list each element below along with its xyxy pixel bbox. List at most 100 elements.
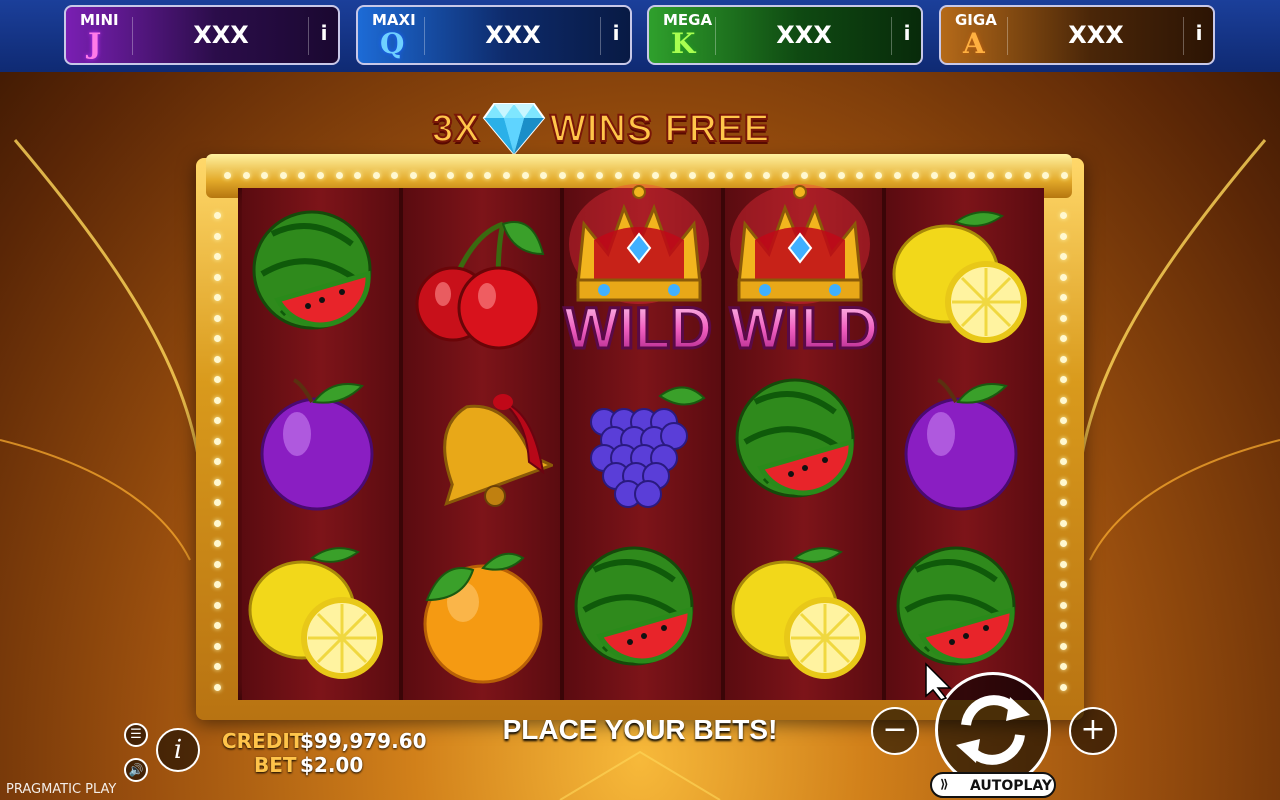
jackpot-letter: Q [380, 27, 405, 60]
bulb [1023, 172, 1031, 179]
bulb [214, 294, 221, 301]
bulb [214, 314, 221, 322]
jackpot-info-button[interactable]: i [606, 21, 626, 45]
bulb [214, 642, 221, 650]
watermelon-symbol [886, 540, 1036, 690]
cursor-icon [925, 662, 952, 700]
bulb [1060, 622, 1067, 629]
bulb [707, 172, 715, 179]
bulb [1060, 519, 1067, 527]
free-spins-banner: 3X WINS FREE SPINS [420, 103, 860, 194]
brand-logo: PRAGMATIC PLAY [6, 782, 117, 797]
bulb [651, 172, 659, 179]
credit-label: CREDIT [222, 729, 304, 753]
bulb [1060, 683, 1067, 691]
bell-symbol [403, 372, 556, 522]
bulb [214, 458, 221, 465]
sound-button[interactable]: 🔊 [124, 758, 148, 782]
wild-label-right: WILD [730, 296, 878, 358]
bulb [1060, 355, 1067, 363]
bulb [782, 172, 789, 179]
bulb [1060, 560, 1067, 568]
jackpot-letter: J [88, 27, 102, 60]
bulb [214, 232, 221, 240]
bulb [465, 172, 473, 179]
wild-label: WILD WILD [562, 295, 879, 359]
bulb [1060, 335, 1067, 342]
bulb [1060, 294, 1067, 301]
bulb [1060, 273, 1067, 281]
jackpot-giga: GIGA A XXX i [939, 5, 1215, 65]
bulb [214, 396, 221, 404]
bulb [744, 172, 752, 179]
watermelon-symbol [564, 540, 714, 690]
jackpot-value: XXX [1068, 21, 1124, 49]
cherry-symbol [403, 204, 553, 354]
bulb [875, 172, 882, 179]
increase-bet-button[interactable]: + [1069, 707, 1117, 755]
bulb [800, 172, 808, 179]
lemon-symbol [725, 540, 875, 690]
menu-button[interactable]: ☰ [124, 723, 148, 747]
bet-value: $2.00 [300, 753, 364, 777]
bulb [1060, 663, 1067, 670]
divider [715, 17, 716, 55]
bulb [1060, 314, 1067, 322]
jackpot-info-button[interactable]: i [897, 21, 917, 45]
bulb [317, 172, 324, 179]
bulb [279, 172, 287, 179]
bulb [614, 172, 622, 179]
bulb [242, 172, 250, 179]
jackpot-info-button[interactable]: i [1189, 21, 1209, 45]
bulb [214, 519, 221, 527]
bulb [214, 601, 221, 609]
bulb [1060, 212, 1067, 219]
status-message: PLACE YOUR BETS! [502, 714, 778, 745]
autoplay-button[interactable]: ⟫ AUTOPLAY [930, 772, 1056, 798]
watermelon-symbol [242, 204, 392, 354]
bulb [1060, 437, 1067, 445]
bulb [224, 172, 231, 179]
bulb [214, 499, 221, 506]
plum-symbol [242, 372, 392, 522]
jackpot-bar: MINI J XXX i MAXI Q XXX i MEGA K XXX i G… [0, 0, 1280, 72]
jackpot-mega: MEGA K XXX i [647, 5, 923, 65]
jackpot-info-button[interactable]: i [314, 21, 334, 45]
bulb [986, 172, 994, 179]
bulb [214, 376, 221, 383]
diamond-icon [482, 103, 546, 156]
divider [891, 17, 892, 55]
orange-symbol [403, 540, 553, 690]
bulb [1060, 417, 1067, 424]
bulb [214, 273, 221, 281]
bulb [1060, 581, 1067, 588]
bulb [214, 212, 221, 219]
bulb [428, 172, 436, 179]
bulb [214, 478, 221, 486]
bulb [1060, 396, 1067, 404]
bulb [214, 417, 221, 424]
bulb [214, 437, 221, 445]
bulb [1060, 232, 1067, 240]
grapes-symbol [564, 372, 714, 522]
bulb [214, 540, 221, 547]
bulb [1060, 253, 1067, 260]
plum-symbol [886, 372, 1036, 522]
divider [424, 17, 425, 55]
bet-label: BET [254, 753, 297, 777]
bulb [596, 172, 603, 179]
lemon-symbol [886, 204, 1036, 354]
bulb [214, 581, 221, 588]
jackpot-mini: MINI J XXX i [64, 5, 340, 65]
bulb [689, 172, 696, 179]
bulb [521, 172, 529, 179]
divider [132, 17, 133, 55]
decrease-bet-button[interactable]: − [871, 707, 919, 755]
wild-label-left: WILD [564, 296, 712, 358]
info-button[interactable]: i [156, 728, 200, 772]
bulb [893, 172, 901, 179]
bulb [214, 335, 221, 342]
bulb [968, 172, 975, 179]
bulb [214, 355, 221, 363]
bulb [214, 560, 221, 568]
